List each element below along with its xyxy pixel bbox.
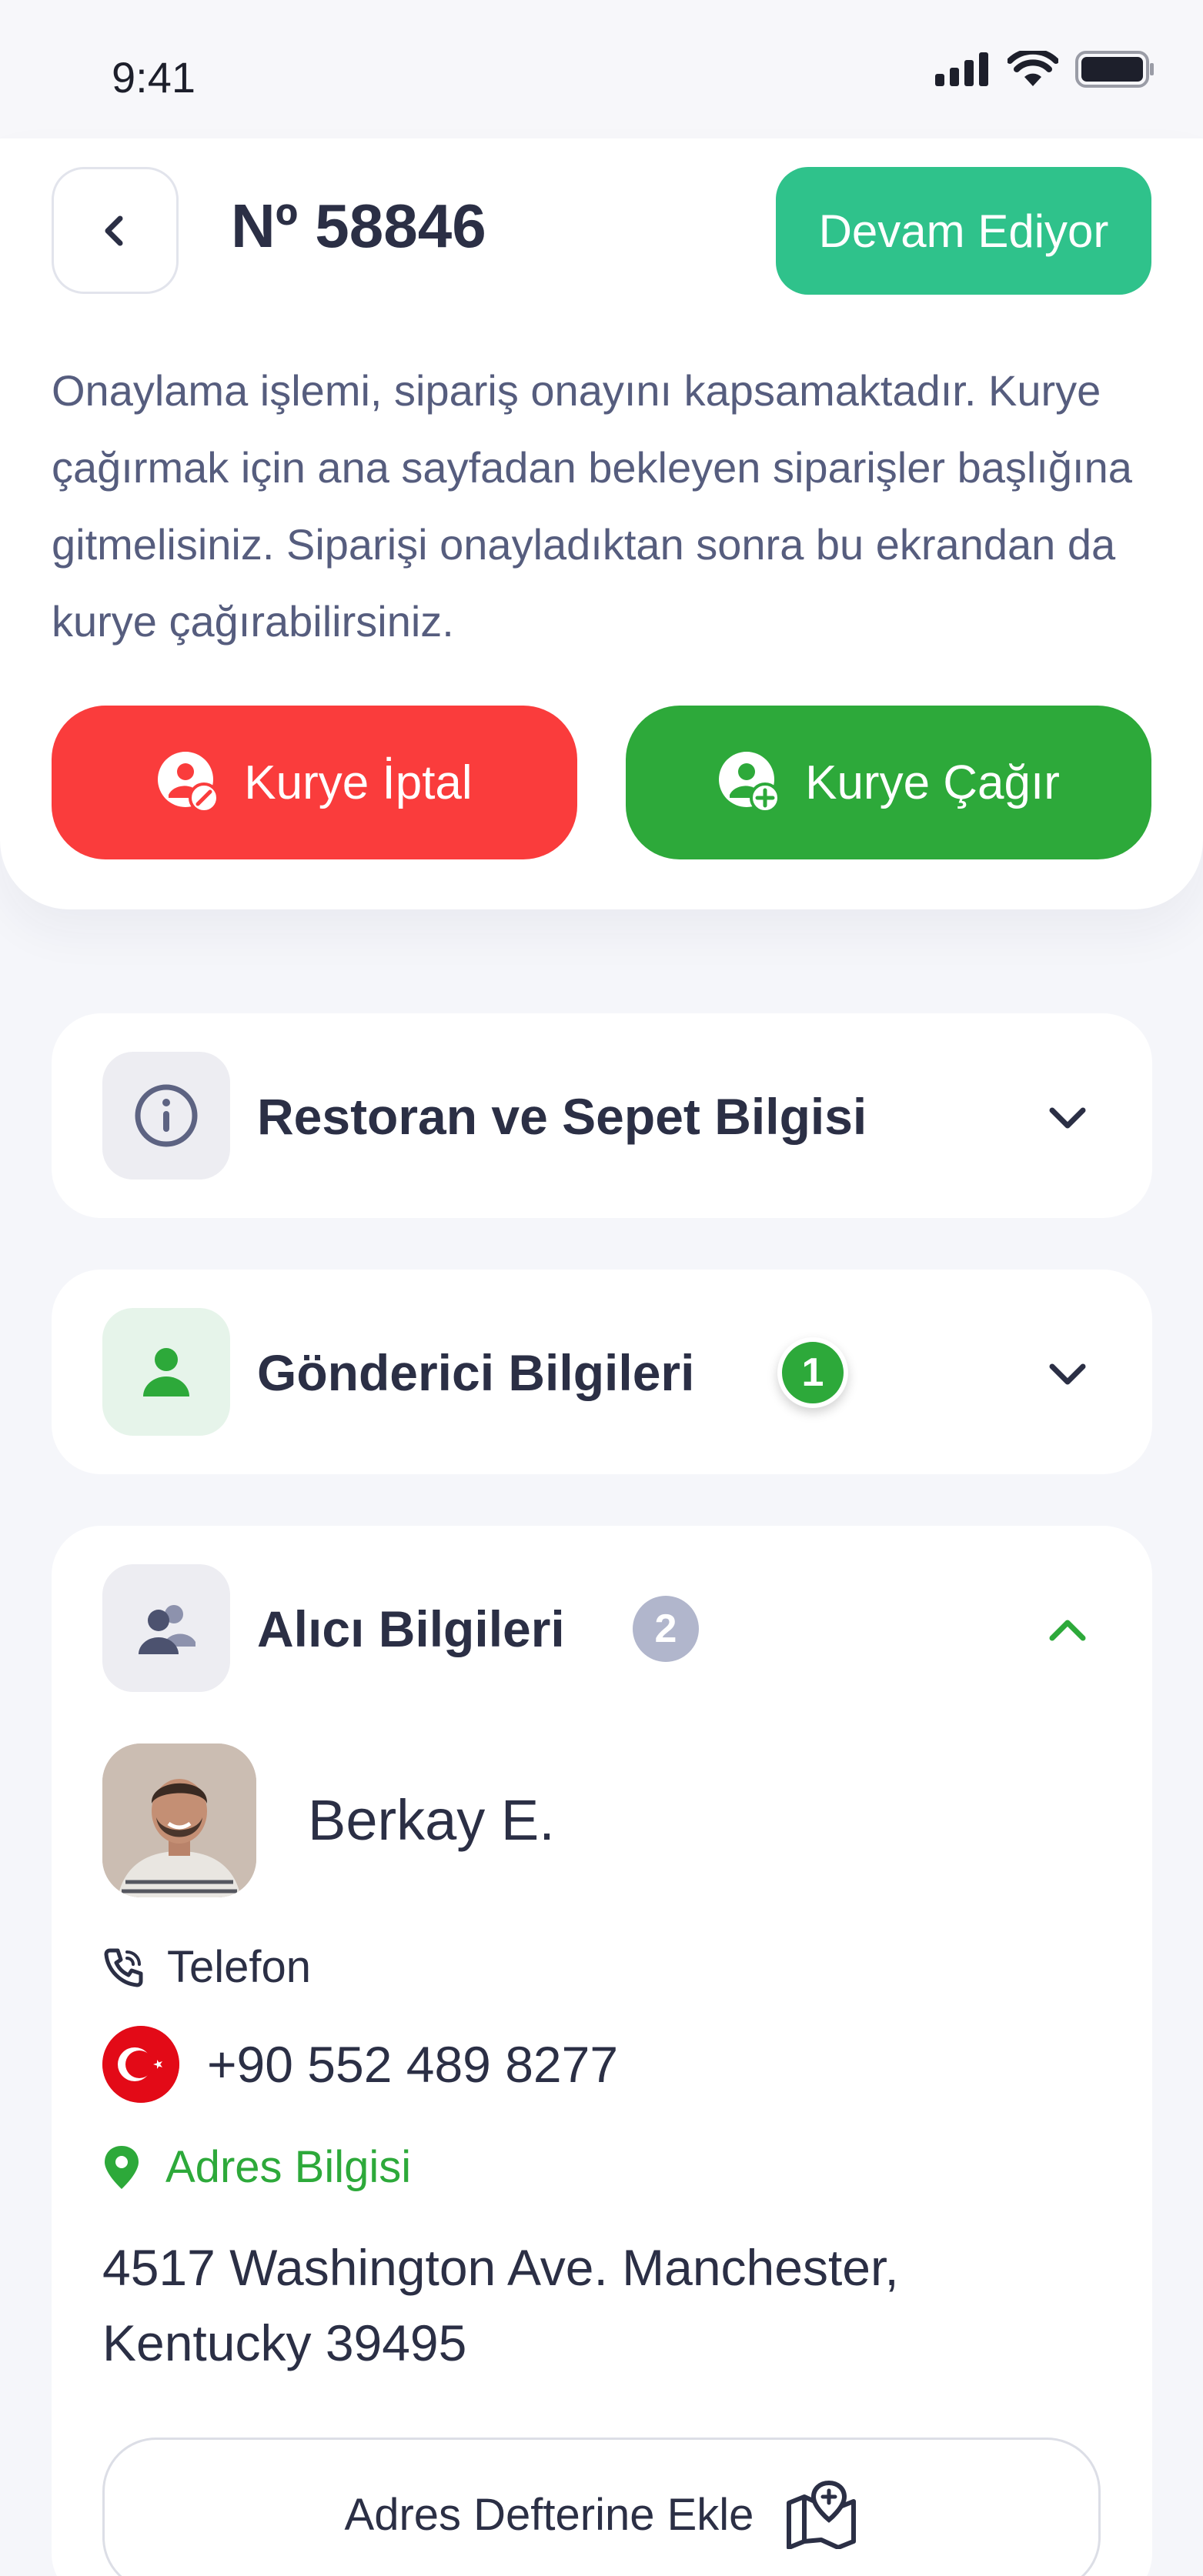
receiver-section-title: Alıcı Bilgileri bbox=[257, 1600, 565, 1657]
sender-section-header[interactable]: Gönderici Bilgileri 1 bbox=[52, 1270, 1152, 1474]
sender-icon-tile bbox=[102, 1308, 230, 1436]
restaurant-icon-tile bbox=[102, 1052, 230, 1180]
receiver-section-header[interactable]: Alıcı Bilgileri 2 bbox=[52, 1526, 1152, 1730]
user-add-icon bbox=[719, 752, 781, 813]
restaurant-section: Restoran ve Sepet Bilgisi bbox=[52, 1013, 1152, 1218]
receiver-name: Berkay E. bbox=[308, 1788, 555, 1852]
user-cancel-icon bbox=[158, 752, 220, 813]
location-pin-icon bbox=[105, 2145, 139, 2189]
wifi-icon bbox=[1008, 51, 1058, 86]
phone-row[interactable]: +90 552 489 8277 bbox=[102, 2026, 618, 2103]
status-icons bbox=[935, 51, 1155, 88]
receiver-icon-tile bbox=[102, 1564, 230, 1692]
add-to-address-book-button[interactable]: Adres Defterine Ekle bbox=[102, 2438, 1101, 2576]
chevron-up-icon[interactable] bbox=[1037, 1600, 1098, 1661]
restaurant-section-title: Restoran ve Sepet Bilgisi bbox=[257, 1088, 867, 1145]
sender-section: Gönderici Bilgileri 1 bbox=[52, 1270, 1152, 1474]
restaurant-section-header[interactable]: Restoran ve Sepet Bilgisi bbox=[52, 1013, 1152, 1218]
person-icon bbox=[143, 1348, 189, 1396]
phone-label-row: Telefon bbox=[102, 1941, 311, 1993]
address-text: 4517 Washington Ave. Manchester, Kentuck… bbox=[102, 2239, 899, 2371]
address-label-row: Adres Bilgisi bbox=[102, 2141, 411, 2193]
call-courier-label: Kurye Çağır bbox=[805, 756, 1060, 809]
info-text: Onaylama işlemi, sipariş onayını kapsama… bbox=[52, 366, 1132, 646]
turkey-flag-icon bbox=[102, 2026, 179, 2103]
status-time: 9:41 bbox=[112, 53, 195, 102]
info-icon bbox=[135, 1084, 198, 1147]
phone-number: +90 552 489 8277 bbox=[207, 2036, 619, 2093]
status-bar: 9:41 bbox=[0, 0, 1203, 138]
chevron-down-icon[interactable] bbox=[1037, 1343, 1098, 1405]
signal-icon bbox=[935, 52, 988, 86]
chevron-down-icon[interactable] bbox=[1037, 1087, 1098, 1149]
order-header-card: Nº 58846 Devam Ediyor Onaylama işlemi, s… bbox=[0, 138, 1203, 909]
chevron-left-icon bbox=[105, 215, 122, 245]
receiver-count-badge: 2 bbox=[633, 1596, 699, 1662]
add-to-address-book-label: Adres Defterine Ekle bbox=[344, 2489, 754, 2540]
sender-section-title: Gönderici Bilgileri bbox=[257, 1344, 695, 1401]
sender-count-badge: 1 bbox=[777, 1337, 848, 1408]
cancel-courier-button[interactable]: Kurye İptal bbox=[52, 706, 577, 859]
map-pin-add-icon bbox=[787, 2480, 857, 2549]
order-number: Nº 58846 bbox=[231, 192, 486, 260]
people-icon bbox=[139, 1605, 195, 1654]
receiver-section: Alıcı Bilgileri 2 Berkay E. Telefon +90 … bbox=[52, 1526, 1152, 2576]
phone-icon bbox=[104, 1948, 143, 1987]
back-button[interactable] bbox=[52, 167, 179, 294]
call-courier-button[interactable]: Kurye Çağır bbox=[626, 706, 1151, 859]
status-badge: Devam Ediyor bbox=[776, 167, 1151, 295]
cancel-courier-label: Kurye İptal bbox=[244, 756, 473, 809]
phone-label: Telefon bbox=[167, 1942, 312, 1992]
avatar bbox=[102, 1743, 256, 1897]
address-label: Adres Bilgisi bbox=[165, 2142, 412, 2192]
battery-icon bbox=[1075, 51, 1154, 88]
